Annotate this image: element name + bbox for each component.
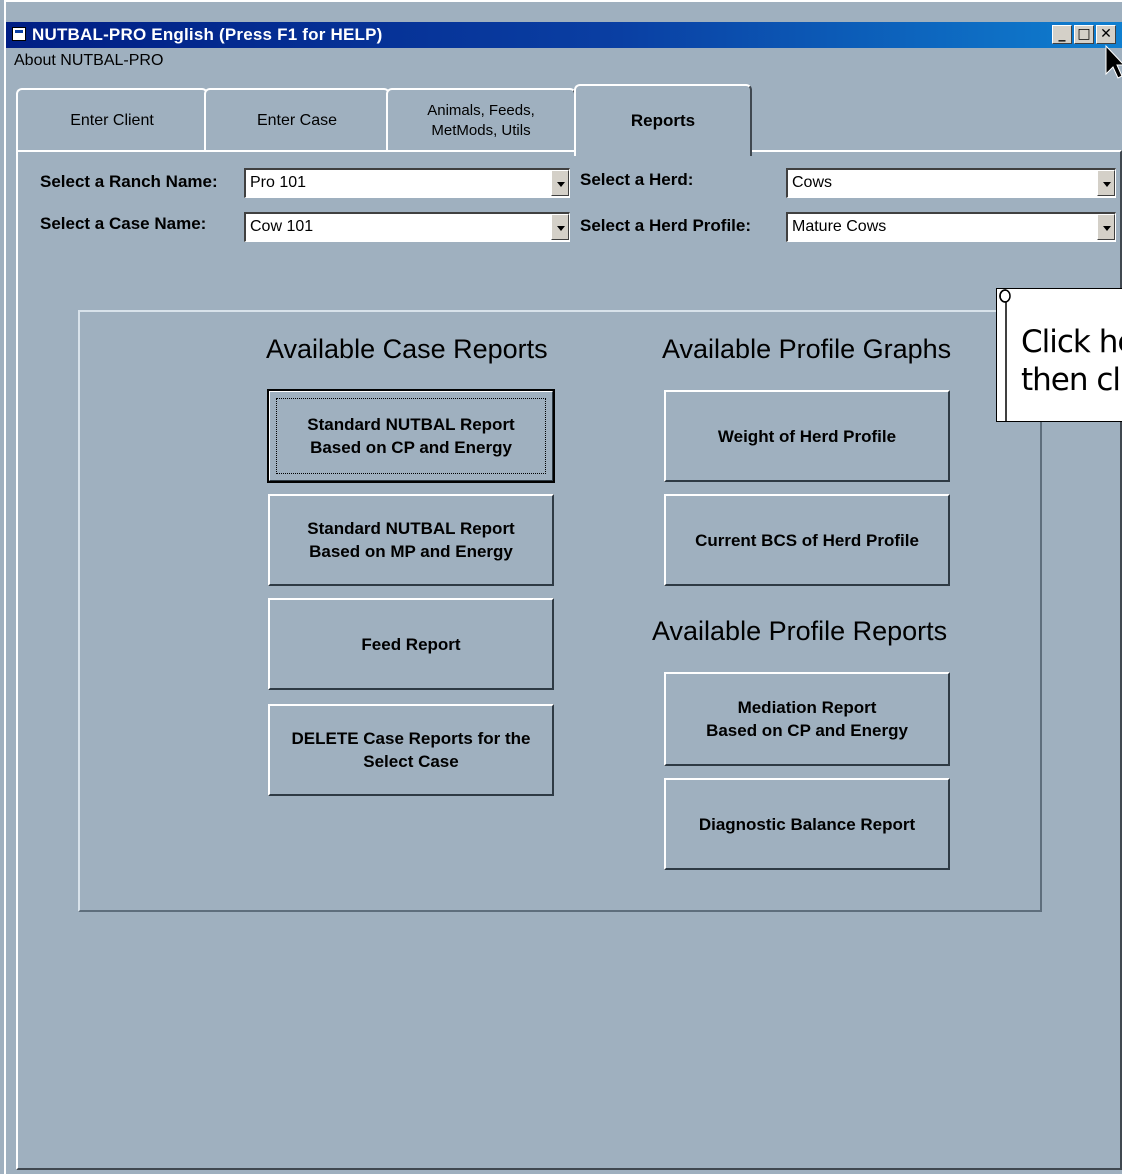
chevron-down-icon[interactable] [1097, 170, 1115, 196]
scroll-curl-icon [999, 289, 1011, 421]
window-title: NUTBAL-PRO English (Press F1 for HELP) [32, 25, 383, 44]
standard-report-cp-button[interactable]: Standard NUTBAL Report Based on CP and E… [267, 389, 555, 483]
tab-animals-feeds[interactable]: Animals, Feeds, MetMods, Utils [386, 88, 576, 152]
callout-text: Click he then cl [1021, 323, 1122, 399]
current-bcs-button[interactable]: Current BCS of Herd Profile [664, 494, 950, 586]
help-callout: Click he then cl [996, 288, 1122, 422]
standard-report-mp-button[interactable]: Standard NUTBAL Report Based on MP and E… [268, 494, 554, 586]
maximize-button[interactable]: □ [1074, 25, 1094, 44]
chevron-down-icon[interactable] [551, 214, 569, 240]
diagnostic-balance-report-label: Diagnostic Balance Report [698, 814, 916, 834]
delete-case-reports-label: DELETE Case Reports for the Select Case [291, 729, 531, 771]
ranch-name-select[interactable]: Pro 101 [244, 168, 570, 198]
delete-case-reports-button[interactable]: DELETE Case Reports for the Select Case [268, 704, 554, 796]
callout-line-2: then cl [1021, 362, 1121, 398]
app-icon[interactable] [12, 27, 26, 41]
focus-ring [276, 398, 546, 474]
tab-enter-client[interactable]: Enter Client [16, 88, 208, 152]
profile-graphs-heading: Available Profile Graphs [662, 334, 952, 364]
menu-bar: About NUTBAL-PRO [6, 48, 1122, 74]
current-bcs-label: Current BCS of Herd Profile [695, 530, 919, 550]
tab-enter-case[interactable]: Enter Case [204, 88, 390, 152]
case-name-value: Cow 101 [250, 218, 314, 235]
weight-of-herd-profile-label: Weight of Herd Profile [717, 426, 897, 446]
chevron-down-icon[interactable] [551, 170, 569, 196]
menu-about[interactable]: About NUTBAL-PRO [14, 48, 163, 74]
application-window: NUTBAL-PRO English (Press F1 for HELP) _… [4, 0, 1122, 1174]
ranch-name-label: Select a Ranch Name: [40, 172, 218, 191]
minimize-button[interactable]: _ [1052, 25, 1072, 44]
case-name-label: Select a Case Name: [40, 214, 207, 233]
herd-value: Cows [792, 174, 833, 191]
feed-report-button[interactable]: Feed Report [268, 598, 554, 690]
ranch-name-value: Pro 101 [250, 174, 307, 191]
profile-reports-heading: Available Profile Reports [652, 616, 948, 646]
callout-line-1: Click he [1021, 324, 1122, 360]
title-bar[interactable]: NUTBAL-PRO English (Press F1 for HELP) _… [6, 22, 1122, 48]
case-name-select[interactable]: Cow 101 [244, 212, 570, 242]
feed-report-label: Feed Report [361, 634, 461, 654]
mediation-report-label: Mediation Report Based on CP and Energy [706, 698, 908, 740]
mediation-report-button[interactable]: Mediation Report Based on CP and Energy [664, 672, 950, 766]
diagnostic-balance-report-button[interactable]: Diagnostic Balance Report [664, 778, 950, 870]
close-button[interactable]: ✕ [1096, 25, 1116, 44]
chevron-down-icon[interactable] [1097, 214, 1115, 240]
weight-of-herd-profile-button[interactable]: Weight of Herd Profile [664, 390, 950, 482]
mouse-pointer-icon [1105, 44, 1122, 79]
case-reports-heading: Available Case Reports [266, 334, 548, 364]
herd-select[interactable]: Cows [786, 168, 1116, 198]
standard-report-mp-label: Standard NUTBAL Report Based on MP and E… [307, 519, 515, 561]
tab-reports[interactable]: Reports [574, 84, 752, 156]
herd-profile-value: Mature Cows [792, 218, 887, 235]
herd-profile-label: Select a Herd Profile: [580, 216, 752, 235]
herd-profile-select[interactable]: Mature Cows [786, 212, 1116, 242]
herd-label: Select a Herd: [580, 170, 694, 189]
